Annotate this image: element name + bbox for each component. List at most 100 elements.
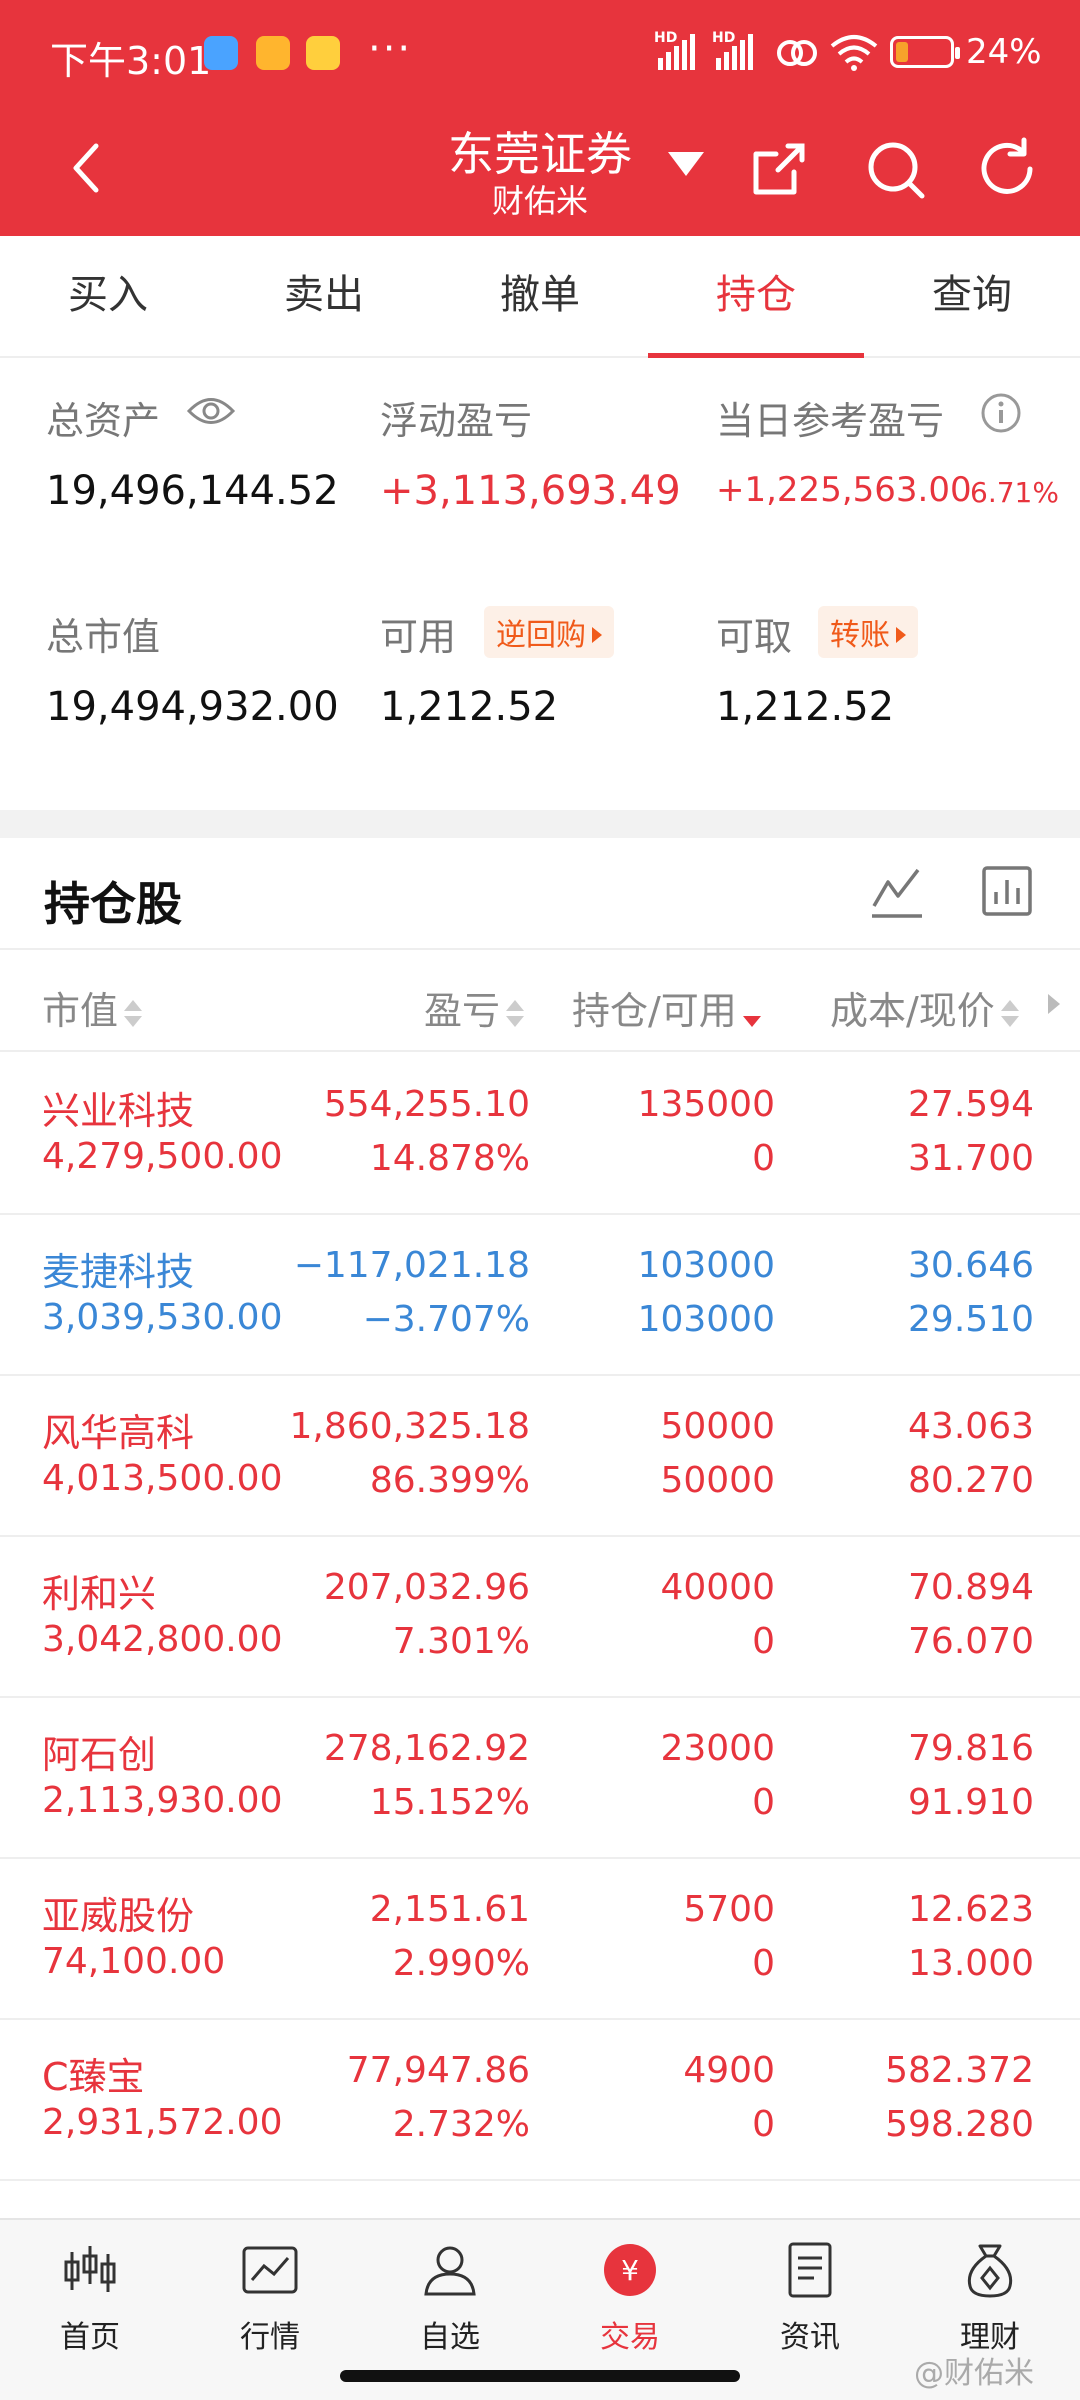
scroll-right-icon[interactable] [1048,994,1060,1014]
tab-buy[interactable]: 买入 [0,236,216,358]
market-value-label: 总市值 [46,615,161,659]
reverse-repo-label: 逆回购 [496,618,586,653]
table-row[interactable]: 亚威股份 74,100.00 2,151.61 2.990% 5700 0 12.623 13… [0,1859,1080,2020]
stock-market-value: 4,279,500.00 [42,1136,283,1177]
transfer-button[interactable]: 转账 [818,606,918,658]
stock-cost: 79.816 [908,1728,1034,1769]
stock-profit-loss: 1,860,325.18 [289,1406,530,1447]
tab-query[interactable]: 查询 [864,236,1080,358]
wifi-icon [830,35,878,71]
stock-available: 0 [752,1621,775,1662]
table-row[interactable]: 风华高科 4,013,500.00 1,860,325.18 86.399% 50000… [0,1376,1080,1537]
stock-market-value: 3,042,800.00 [42,1619,283,1660]
link-icon [777,40,817,66]
stock-profit-loss: 2,151.61 [369,1889,530,1930]
stock-position: 50000 [660,1406,775,1447]
stock-price: 13.000 [908,1943,1034,1984]
home-indicator[interactable] [340,2370,740,2382]
app-header: 东莞证券 财佑米 [0,108,1080,236]
nav-news-label: 资讯 [780,2320,840,2355]
tab-positions[interactable]: 持仓 [648,236,864,358]
share-icon[interactable] [744,134,814,204]
floating-pl-label: 浮动盈亏 [380,399,533,443]
search-icon[interactable] [860,134,930,204]
stock-cost: 582.372 [885,2050,1034,2091]
table-row[interactable]: 利和兴 3,042,800.00 207,032.96 7.301% 40000 0 70.… [0,1537,1080,1698]
info-icon[interactable] [980,392,1022,434]
refresh-icon[interactable] [972,134,1042,204]
yen-icon: ¥ [604,2244,656,2296]
message-notification-icon [256,36,290,70]
back-icon[interactable] [60,138,120,198]
stock-profit-loss: 77,947.86 [346,2050,530,2091]
account-name[interactable]: 财佑米 [400,176,680,222]
candlestick-icon [64,2246,116,2292]
sort-icon [124,999,143,1029]
daily-pl-label: 当日参考盈亏 [716,399,945,443]
table-row[interactable]: 阿石创 2,113,930.00 278,162.92 15.152% 23000 0 79… [0,1698,1080,1859]
stock-profit-loss-percent: −3.707% [362,1299,530,1340]
table-row[interactable]: 兴业科技 4,279,500.00 554,255.10 14.878% 135000 0… [0,1054,1080,1215]
stock-market-value: 3,039,530.00 [42,1297,283,1338]
stock-market-value: 2,113,930.00 [42,1780,283,1821]
column-market-value[interactable]: 市值 [42,980,143,1035]
person-icon [424,2246,476,2296]
stock-market-value: 4,013,500.00 [42,1458,283,1499]
stock-price: 598.280 [885,2104,1034,2145]
tab-sell[interactable]: 卖出 [216,236,432,358]
stock-price: 76.070 [908,1621,1034,1662]
holdings-panel: 持仓股 市值 盈亏 持仓/可用 成本/现价 兴业科技 4,279,500.00 55… [0,838,1080,2218]
line-chart-icon [242,2246,298,2294]
battery-icon [890,36,960,68]
column-profit-loss[interactable]: 盈亏 [424,980,525,1035]
nav-market-label: 行情 [240,2320,300,2355]
stock-profit-loss-percent: 86.399% [369,1460,530,1501]
stock-profit-loss: 278,162.92 [323,1728,530,1769]
eye-icon[interactable] [186,394,236,428]
app-notification-icon [204,36,238,70]
account-dropdown-icon[interactable] [668,152,704,176]
asset-summary: 总资产 19,496,144.52 浮动盈亏 +3,113,693.49 当日参… [0,358,1080,810]
reverse-repo-button[interactable]: 逆回购 [484,606,614,658]
line-chart-icon[interactable] [868,862,926,920]
nav-watchlist[interactable]: 自选 [360,2238,540,2356]
stock-name: C臻宝 [42,2055,145,2099]
stock-cost: 30.646 [908,1245,1034,1286]
sort-icon [506,999,525,1029]
nav-market[interactable]: 行情 [180,2238,360,2356]
withdrawable-label: 可取 [716,615,793,659]
stock-position: 4900 [683,2050,775,2091]
stock-profit-loss-percent: 2.990% [392,1943,530,1984]
column-cost-price[interactable]: 成本/现价 [830,980,1019,1035]
total-assets-label: 总资产 [46,399,161,443]
stock-cost: 27.594 [908,1084,1034,1125]
table-row[interactable]: C臻宝 2,931,572.00 77,947.86 2.732% 4900 0 582.3… [0,2020,1080,2181]
battery-percentage: 24% [966,32,1042,72]
withdrawable-value: 1,212.52 [716,684,895,730]
holdings-column-header: 市值 盈亏 持仓/可用 成本/现价 [0,948,1080,1052]
broker-title[interactable]: 东莞证券 [400,118,680,184]
stock-profit-loss-percent: 14.878% [369,1138,530,1179]
tab-cancel-order[interactable]: 撤单 [432,236,648,358]
stock-profit-loss-percent: 15.152% [369,1782,530,1823]
stock-name: 风华高科 [42,1411,195,1455]
column-cost-price-label: 成本/现价 [830,989,995,1033]
nav-news[interactable]: 资讯 [720,2238,900,2356]
nav-trade[interactable]: ¥ 交易 [540,2238,720,2356]
bar-chart-icon[interactable] [978,862,1036,920]
table-row[interactable]: 麦捷科技 3,039,530.00 −117,021.18 −3.707% 103000… [0,1215,1080,1376]
document-icon [788,2242,832,2298]
stock-market-value: 74,100.00 [42,1941,226,1982]
stock-available: 103000 [637,1299,775,1340]
stock-profit-loss-percent: 2.732% [392,2104,530,2145]
holdings-title: 持仓股 [44,877,182,931]
stock-available: 0 [752,1943,775,1984]
stock-position: 135000 [637,1084,775,1125]
nav-wealth[interactable]: 理财 [900,2238,1080,2356]
daily-pl-percent: 6.71% [970,476,1059,509]
stock-position: 103000 [637,1245,775,1286]
column-position[interactable]: 持仓/可用 [572,980,761,1035]
stock-cost: 12.623 [908,1889,1034,1930]
stock-profit-loss: 554,255.10 [323,1084,530,1125]
nav-home[interactable]: 首页 [0,2238,180,2356]
